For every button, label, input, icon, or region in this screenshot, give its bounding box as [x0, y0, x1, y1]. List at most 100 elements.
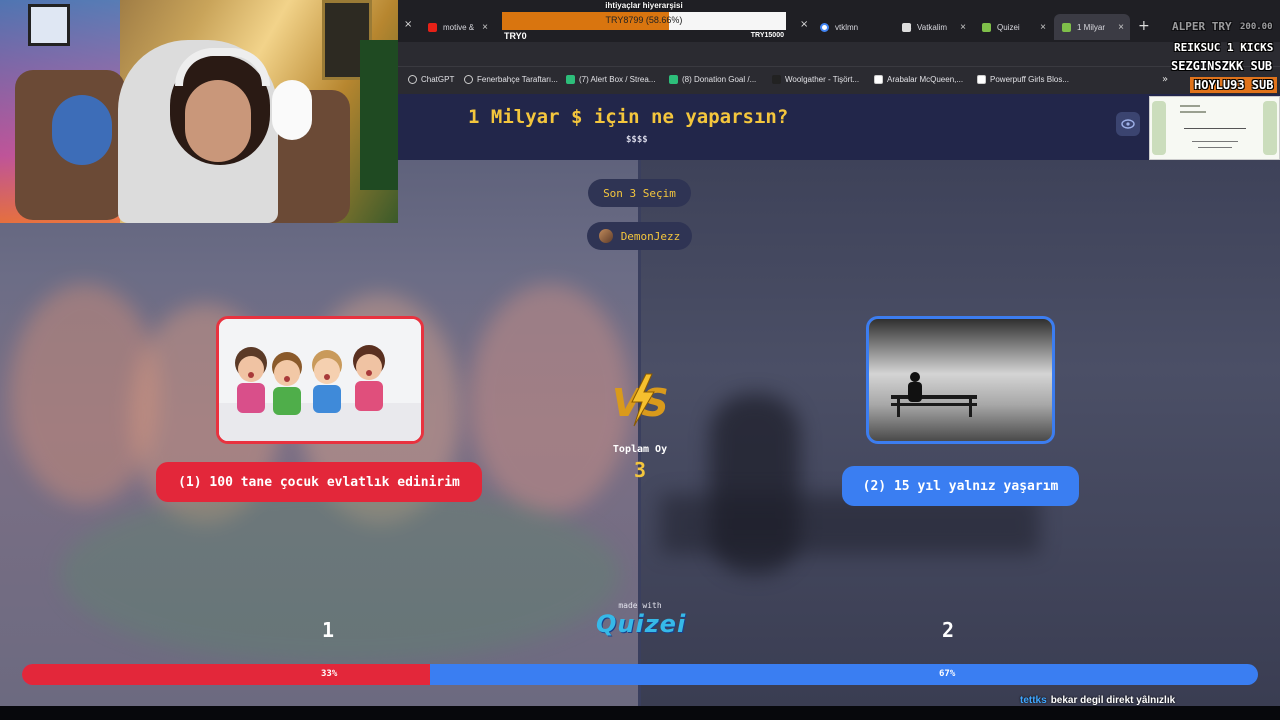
thumb-line	[1180, 111, 1206, 113]
lonely-person-photo	[869, 319, 1052, 441]
site-icon	[464, 75, 473, 84]
bookmark-donation-goal[interactable]: (8) Donation Goal /...	[669, 75, 756, 84]
goal-progress-text: TRY8799 (58.66%)	[605, 15, 683, 25]
goal-min-label: TRY0	[504, 31, 527, 41]
bookmark-label: Arabalar McQueen,...	[887, 75, 964, 84]
address-bar-area	[398, 42, 1280, 66]
goal-title: ihtiyaçlar hiyerarşisi	[605, 1, 683, 10]
option-1-image[interactable]	[216, 316, 424, 444]
vote-split-bar: 33% 67%	[22, 664, 1258, 685]
total-votes-value: 3	[633, 458, 647, 482]
tab-label: 1 Milyar	[1077, 22, 1106, 32]
site-icon	[772, 75, 781, 84]
tab-quizei[interactable]: Quizei ×	[974, 14, 1052, 40]
bookmark-arabalar[interactable]: Arabalar McQueen,...	[874, 75, 963, 84]
streamlabs-icon	[566, 75, 575, 84]
quizei-icon	[982, 22, 991, 32]
bookmark-label: Fenerbahçe Taraftarı...	[477, 75, 558, 84]
tab-label: Vatkalim	[917, 22, 948, 32]
donation-goal-widget: ihtiyaçlar hiyerarşisi TRY8799 (58.66%) …	[502, 0, 786, 42]
last-choices-label: Son 3 Seçim	[603, 186, 676, 200]
plush-toy	[52, 95, 112, 165]
bookmarks-bar: ChatGPT Fenerbahçe Taraftarı... (7) Aler…	[398, 66, 1280, 94]
tab-youtube[interactable]: motive & ×	[420, 14, 494, 40]
sub-alert-1: SEZGINSZKK SUB	[1171, 59, 1273, 73]
bookmark-powerpuff[interactable]: Powerpuff Girls Blos...	[977, 75, 1069, 84]
bookmark-woolgather[interactable]: Woolgather - Tişört...	[772, 75, 859, 84]
chat-username: tettks	[1020, 695, 1047, 706]
made-with-label: made with	[618, 601, 662, 610]
quizei-icon	[1062, 22, 1071, 32]
bookmark-chatgpt[interactable]: ChatGPT	[408, 75, 454, 84]
close-tab-icon[interactable]: ×	[960, 22, 966, 33]
bookmark-label: (8) Donation Goal /...	[682, 75, 757, 84]
close-tab-icon[interactable]: ×	[404, 19, 412, 30]
option-2-vote-count: 2	[942, 618, 955, 642]
bookmark-fenerbahce[interactable]: Fenerbahçe Taraftarı...	[464, 75, 558, 84]
close-tab-icon[interactable]: ×	[1118, 22, 1124, 33]
option-1-vote-fill	[22, 664, 430, 685]
google-icon	[820, 22, 829, 32]
bookmark-label: Powerpuff Girls Blos...	[990, 75, 1069, 84]
chat-message: tettks bekar degil direkt yâlnızlık	[1020, 695, 1175, 706]
christmas-tree	[360, 40, 398, 190]
option-2-percent: 67%	[939, 669, 956, 679]
option-1-button[interactable]: (1) 100 tane çocuk evlatlık edinirim	[156, 462, 482, 502]
last-voter-name: DemonJezz	[620, 229, 681, 243]
vs-lightning-icon: VS	[612, 373, 669, 427]
close-tab-icon[interactable]: ×	[1040, 22, 1046, 33]
new-tab-button[interactable]: +	[1138, 18, 1150, 34]
close-tab-icon[interactable]: ×	[482, 22, 488, 33]
option-2-label: (2) 15 yıl yalnız yaşarım	[862, 478, 1059, 494]
option-1-percent: 33%	[321, 669, 338, 679]
site-icon	[902, 22, 911, 32]
site-icon	[874, 75, 883, 84]
bookmarks-overflow-icon[interactable]: »	[1162, 74, 1168, 85]
bookmark-alert-box[interactable]: (7) Alert Box / Strea...	[566, 75, 655, 84]
quiz-subtitle: $$$$	[626, 135, 648, 145]
eye-icon	[1121, 119, 1135, 129]
youtube-icon	[428, 22, 437, 32]
quiz-title: 1 Milyar $ için ne yaparsın?	[468, 106, 789, 128]
bookmark-label: Woolgather - Tişört...	[785, 75, 860, 84]
streamer-face	[185, 80, 251, 162]
webcam-feed	[0, 0, 398, 223]
thumb-leaves	[1152, 101, 1166, 155]
option-2-button[interactable]: (2) 15 yıl yalnız yaşarım	[842, 466, 1079, 506]
preview-thumbnail	[1149, 96, 1280, 160]
tab-1-milyar[interactable]: 1 Milyar ×	[1054, 14, 1130, 40]
thumb-line	[1198, 147, 1232, 148]
site-icon	[977, 75, 986, 84]
wall-frame	[28, 4, 70, 46]
streamlabs-icon	[669, 75, 678, 84]
bookmark-label: (7) Alert Box / Strea...	[579, 75, 656, 84]
tab-label: motive &	[443, 22, 475, 32]
total-votes-label: Toplam Oy	[612, 444, 668, 455]
bookmark-label: ChatGPT	[421, 75, 455, 84]
blurred-shirts	[60, 484, 620, 664]
option-2-image[interactable]	[866, 316, 1055, 444]
chatgpt-icon	[408, 75, 417, 84]
thumb-line	[1180, 105, 1200, 107]
sub-alert-2: HOYLU93 SUB	[1190, 77, 1278, 93]
tab-label: vtklmn	[835, 22, 859, 32]
chat-text: bekar degil direkt yâlnızlık	[1050, 695, 1176, 706]
close-tab-icon[interactable]: ×	[800, 19, 808, 30]
quizei-logo: Quizei	[596, 610, 687, 638]
option-1-label: (1) 100 tane çocuk evlatlık edinirim	[178, 474, 460, 490]
avatar	[598, 229, 613, 243]
thumb-leaves	[1263, 101, 1277, 155]
top-donor-name: ALPER TRY	[1172, 20, 1232, 33]
last-choices-pill: Son 3 Seçim	[588, 179, 691, 207]
thumb-line	[1184, 128, 1246, 129]
goal-max-label: TRY15000	[750, 32, 784, 39]
penguin-plush	[272, 80, 312, 140]
thumb-line	[1192, 141, 1238, 142]
visibility-button[interactable]	[1116, 112, 1140, 136]
top-donor-amount: 200.00	[1240, 22, 1273, 32]
stream-screen: 1 Milyar $ için ne yaparsın? $$$$ Son 3 …	[0, 0, 1280, 720]
option-1-vote-count: 1	[322, 618, 335, 642]
goal-progress-bar: TRY8799 (58.66%)	[502, 12, 786, 30]
tab-vatkalim[interactable]: Vatkalim ×	[894, 14, 972, 40]
children-photo	[219, 319, 421, 441]
